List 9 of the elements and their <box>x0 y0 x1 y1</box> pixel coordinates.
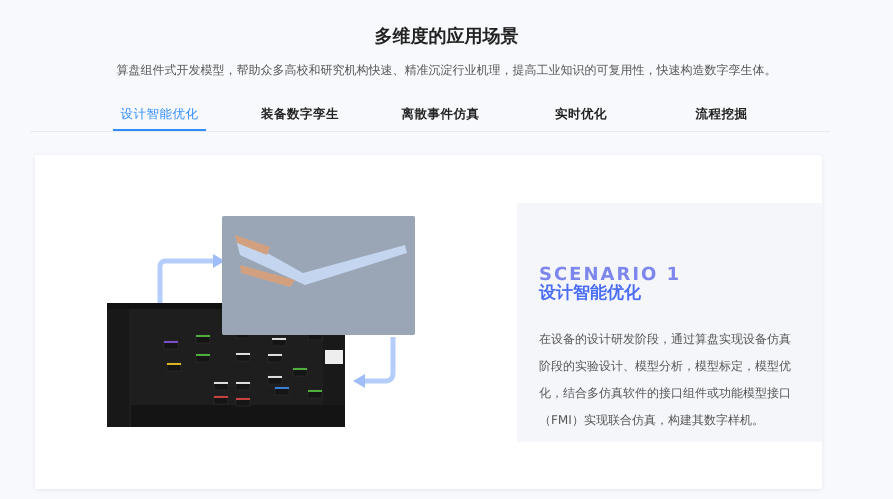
tab[interactable]: 实时优化 <box>534 103 628 131</box>
scenario-description: 在设备的设计研发阶段，通过算盘实现设备仿真阶段的实验设计、模型分析，模型标定，模型优化，结合多仿真软件的接口组件或功能模型接口（FMI）实现联合仿真，构建其数字样机。 <box>539 331 792 429</box>
tab[interactable]: 装备数字孪生 <box>254 103 346 131</box>
scenario-title: 设计智能优化 <box>539 282 641 304</box>
tab[interactable]: 流程挖掘 <box>675 103 768 131</box>
section-title: 多维度的应用场景 <box>374 25 518 48</box>
section-subtitle: 算盘组件式开发模型，帮助众多高校和研究机构快速、精准沉淀行业机理，提高工业知识的可复用性，快速构造数字孪生体。 <box>116 62 776 79</box>
scenario-label: SCENARIO 1 <box>539 265 682 285</box>
tab[interactable]: 离散事件仿真 <box>394 103 487 131</box>
